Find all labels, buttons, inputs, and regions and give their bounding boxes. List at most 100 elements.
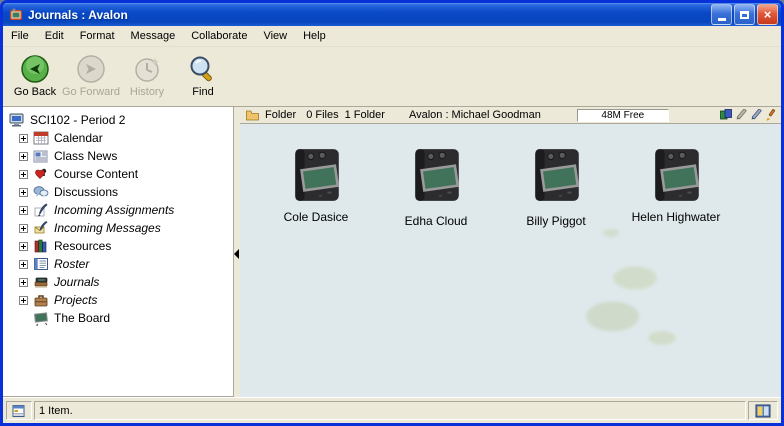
journal-book-icon — [648, 146, 704, 204]
journal-item-label: Helen Highwater — [632, 210, 721, 224]
history-label: History — [130, 86, 164, 98]
expand-plus-icon[interactable] — [19, 134, 28, 143]
folder-owner: Avalon : Michael Goodman — [409, 109, 541, 121]
roster-icon — [33, 256, 49, 272]
tree-item-discussions[interactable]: Discussions — [7, 183, 231, 201]
journal-items-row: Cole Dasice — [240, 124, 781, 228]
tree-item-resources[interactable]: Resources — [7, 237, 231, 255]
journal-book-icon — [528, 146, 584, 204]
minimize-icon — [718, 18, 726, 21]
folder-contents: Cole Dasice — [240, 124, 781, 397]
body: SCI102 - Period 2 Calendar Class N — [3, 107, 781, 397]
tree-item-label: Journals — [54, 275, 99, 289]
books-icon — [33, 238, 49, 254]
close-button[interactable]: × — [757, 4, 778, 25]
tree-root-sci102[interactable]: SCI102 - Period 2 — [7, 111, 231, 129]
tree-item-roster[interactable]: Roster — [7, 255, 231, 273]
expand-plus-icon[interactable] — [19, 170, 28, 179]
menu-help[interactable]: Help — [295, 27, 334, 45]
brush-icon[interactable] — [765, 109, 777, 121]
journal-item-helen-highwater[interactable]: Helen Highwater — [626, 146, 726, 224]
tree-item-label: Calendar — [54, 131, 103, 145]
expand-plus-icon[interactable] — [19, 152, 28, 161]
tree-item-calendar[interactable]: Calendar — [7, 129, 231, 147]
journals-icon — [33, 274, 49, 290]
maximize-icon — [740, 11, 749, 19]
projects-icon — [33, 292, 49, 308]
tree-item-label: Incoming Assignments — [54, 203, 174, 217]
tree-root-label: SCI102 - Period 2 — [30, 113, 125, 127]
journal-item-edha-cloud[interactable]: Edha Cloud — [386, 146, 486, 228]
status-panel-button[interactable] — [748, 401, 778, 420]
map-watermark — [545, 242, 695, 362]
menu-format[interactable]: Format — [72, 27, 123, 45]
journal-item-billy-piggot[interactable]: Billy Piggot — [506, 146, 606, 228]
status-ledger-cell — [6, 401, 32, 420]
menu-message[interactable]: Message — [123, 27, 184, 45]
expand-plus-icon[interactable] — [19, 188, 28, 197]
expand-plus-icon[interactable] — [19, 260, 28, 269]
folder-info-bar: Folder 0 Files 1 Folder Avalon : Michael… — [240, 107, 781, 124]
tree-item-incoming-messages[interactable]: Incoming Messages — [7, 219, 231, 237]
folder-type-label: Folder — [265, 109, 296, 121]
expand-plus-icon[interactable] — [19, 206, 28, 215]
tree-item-label: Roster — [54, 257, 89, 271]
expand-plus-icon[interactable] — [19, 296, 28, 305]
quill-icon — [33, 202, 49, 218]
go-back-button[interactable]: Go Back — [7, 50, 63, 104]
expand-plus-icon[interactable] — [19, 224, 28, 233]
tree-item-label: Class News — [54, 149, 117, 163]
free-space-gauge: 48M Free — [577, 109, 669, 122]
panel-toggle-icon — [755, 404, 771, 418]
maximize-button[interactable] — [734, 4, 755, 25]
files-count: 0 Files — [306, 109, 338, 121]
journal-book-icon — [408, 146, 464, 204]
menu-edit[interactable]: Edit — [37, 27, 72, 45]
expand-plus-icon[interactable] — [19, 242, 28, 251]
find-magnifier-icon — [188, 54, 218, 84]
computer-icon — [9, 112, 25, 128]
status-text-cell: 1 Item. — [34, 401, 746, 420]
tree-item-label: Course Content — [54, 167, 138, 181]
back-circle-arrow-icon — [20, 54, 50, 84]
menu-collaborate[interactable]: Collaborate — [183, 27, 255, 45]
go-forward-button: Go Forward — [63, 50, 119, 104]
tree-item-course-content[interactable]: Course Content — [7, 165, 231, 183]
tree-item-projects[interactable]: Projects — [7, 291, 231, 309]
tree-item-incoming-assignments[interactable]: Incoming Assignments — [7, 201, 231, 219]
pencil-icon[interactable] — [735, 109, 747, 121]
header-icon-group — [720, 109, 777, 121]
ledger-icon — [12, 404, 26, 418]
menubar: File Edit Format Message Collaborate Vie… — [3, 26, 781, 47]
course-content-icon — [33, 166, 49, 182]
statusbar: 1 Item. — [3, 397, 781, 423]
expand-plus-icon[interactable] — [19, 278, 28, 287]
tree-item-class-news[interactable]: Class News — [7, 147, 231, 165]
new-item-icon[interactable] — [720, 109, 732, 121]
collapse-arrow-icon[interactable] — [234, 249, 239, 259]
forward-circle-arrow-icon — [76, 54, 106, 84]
quill-icon — [33, 220, 49, 236]
tree-item-the-board[interactable]: The Board — [7, 309, 231, 327]
journal-item-label: Billy Piggot — [526, 214, 585, 228]
app-icon[interactable] — [8, 7, 24, 23]
minimize-button[interactable] — [711, 4, 732, 25]
folders-count: 1 Folder — [345, 109, 385, 121]
history-button: History — [119, 50, 175, 104]
find-label: Find — [192, 86, 213, 98]
go-back-label: Go Back — [14, 86, 56, 98]
go-forward-label: Go Forward — [62, 86, 120, 98]
history-clock-icon — [132, 54, 162, 84]
find-button[interactable]: Find — [175, 50, 231, 104]
board-icon — [33, 310, 49, 326]
menu-view[interactable]: View — [255, 27, 295, 45]
tree-item-label: The Board — [54, 311, 110, 325]
journal-item-cole-dasice[interactable]: Cole Dasice — [266, 146, 366, 224]
pen-icon[interactable] — [750, 109, 762, 121]
tree-item-journals[interactable]: Journals — [7, 273, 231, 291]
menu-file[interactable]: File — [3, 27, 37, 45]
app-window: Journals : Avalon × File Edit Format Mes… — [0, 0, 784, 426]
tree-item-label: Discussions — [54, 185, 118, 199]
tree-item-label: Resources — [54, 239, 111, 253]
tree-item-label: Incoming Messages — [54, 221, 161, 235]
